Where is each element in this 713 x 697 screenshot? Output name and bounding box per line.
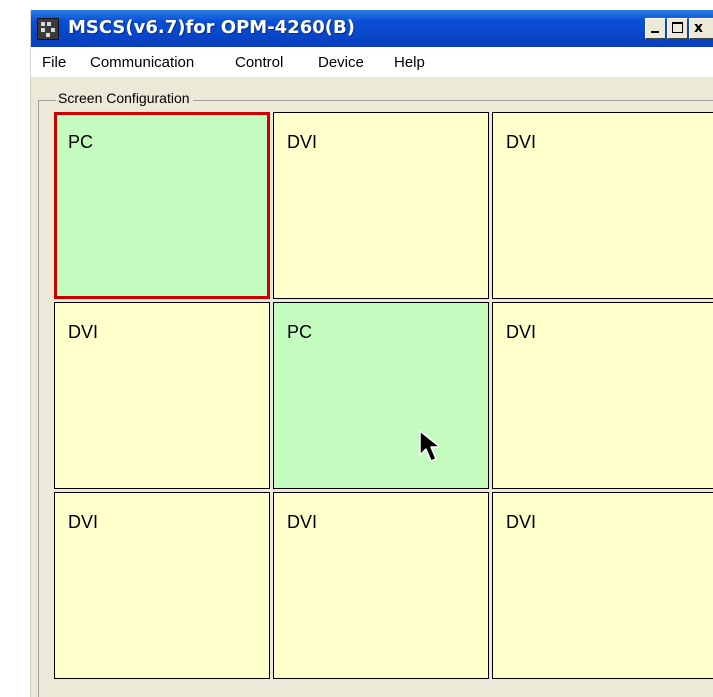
screen-cell-8[interactable]: DVI [273,492,489,679]
screen-cell-1[interactable]: PC [54,112,270,299]
screen-cell-3[interactable]: DVI [492,112,713,299]
screen-cell-4[interactable]: DVI [54,302,270,489]
screen-cell-label: DVI [287,132,318,152]
close-icon: x [694,20,704,36]
screen-cell-label: DVI [287,512,318,532]
close-button[interactable]: x [689,18,713,39]
group-label: Screen Configuration [56,89,193,107]
menu-file[interactable]: File [42,54,66,72]
menu-control[interactable]: Control [235,54,283,72]
screen-cell-5[interactable]: PC [273,302,489,489]
screen-cell-6[interactable]: DVI [492,302,713,489]
menu-bar: File Communication Control Device Help [31,47,713,77]
minimize-button[interactable] [645,18,666,39]
screen-cell-2[interactable]: DVI [273,112,489,299]
maximize-button[interactable] [667,18,688,39]
menu-communication[interactable]: Communication [90,54,194,72]
title-bar[interactable]: MSCS(v6.7)for OPM-4260(B) x [31,10,713,47]
screen-cell-9[interactable]: DVI [492,492,713,679]
maximize-icon [672,22,683,33]
screen-cell-label: DVI [506,512,537,532]
screen-cell-label: DVI [68,322,99,342]
screen-cell-label: PC [287,322,313,342]
screen-cell-label: DVI [506,322,537,342]
app-icon[interactable] [37,18,59,40]
screen-cell-label: DVI [68,512,99,532]
window-title: MSCS(v6.7)for OPM-4260(B) [68,17,355,38]
menu-help[interactable]: Help [394,54,425,72]
screen-cell-7[interactable]: DVI [54,492,270,679]
minimize-icon [651,31,659,33]
menu-device[interactable]: Device [318,54,364,72]
screen-cell-label: PC [68,132,94,152]
mouse-pointer-icon [419,430,441,462]
main-window: MSCS(v6.7)for OPM-4260(B) x File Communi… [30,10,713,697]
screen-cell-label: DVI [506,132,537,152]
